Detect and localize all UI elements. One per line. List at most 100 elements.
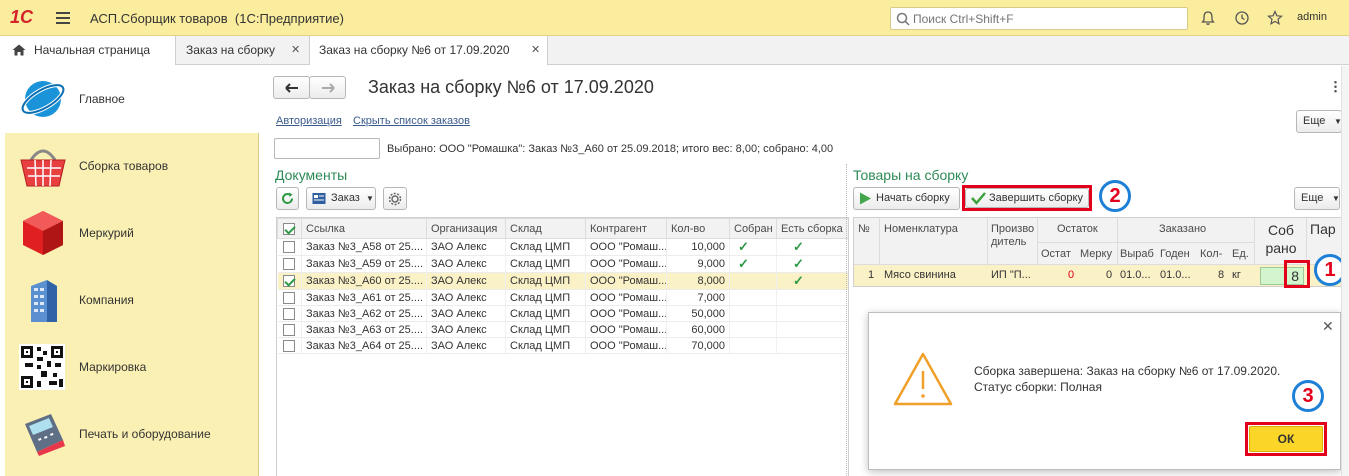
table-row[interactable]: Заказ №3_А64 от 25.... ЗАО Алекс Склад ЦМП… <box>277 337 848 354</box>
sidebar-item-company[interactable]: Компания <box>5 267 259 334</box>
dialog-close-icon[interactable]: ✕ <box>1322 318 1334 335</box>
dialog-message-1: Сборка завершена: Заказ на сборку №6 от … <box>974 364 1281 378</box>
col-header[interactable]: Годен <box>1160 248 1190 260</box>
checkbox[interactable] <box>282 258 295 271</box>
auth-link[interactable]: Авторизация <box>276 115 342 127</box>
sidebar-item-print[interactable]: Печать и оборудование <box>5 401 259 468</box>
col-header[interactable]: Кол- <box>1200 248 1222 260</box>
sidebar-item-assembly[interactable]: Сборка товаров <box>5 133 259 200</box>
checkbox[interactable] <box>282 339 295 352</box>
col-header[interactable]: № <box>858 223 870 235</box>
checkbox[interactable] <box>282 291 295 304</box>
table-row[interactable]: 1 Мясо свинина ИП "П... 0 0 01.0... 01.0… <box>854 265 1341 286</box>
row-checkbox-cell[interactable] <box>277 305 302 322</box>
sidebar-item-main[interactable]: Главное <box>5 66 259 133</box>
selected-info: Выбрано: ООО "Ромашка": Заказ №3_А60 от … <box>387 143 834 155</box>
forward-button[interactable] <box>309 76 346 99</box>
cell-ref: Заказ №3_А61 от 25.... <box>301 289 427 306</box>
hide-orders-link[interactable]: Скрыть список заказов <box>353 115 470 127</box>
col-header[interactable]: Кол-во <box>666 218 730 239</box>
table-row[interactable]: Заказ №3_А59 от 25.... ЗАО Алекс Склад ЦМП… <box>277 255 848 273</box>
cell-mercury: 0 <box>1106 269 1113 281</box>
col-header[interactable]: Мерку <box>1080 248 1112 260</box>
checkbox[interactable] <box>282 275 295 288</box>
row-checkbox-cell[interactable] <box>277 289 302 306</box>
table-row[interactable]: Заказ №3_А63 от 25.... ЗАО Алекс Склад ЦМП… <box>277 321 848 338</box>
col-header[interactable]: Номенклатура <box>884 223 958 235</box>
row-checkbox-cell[interactable] <box>277 337 302 354</box>
checkbox-icon[interactable] <box>283 222 295 235</box>
cell-warehouse: Склад ЦМП <box>505 255 586 273</box>
goods-more-button[interactable]: Еще ▼ <box>1294 187 1340 210</box>
arrow-left-icon <box>284 83 298 93</box>
refresh-button[interactable] <box>276 187 299 210</box>
row-checkbox-cell[interactable] <box>277 255 302 273</box>
col-header[interactable]: Заказано <box>1159 223 1206 235</box>
sidebar-item-label: Главное <box>79 92 125 106</box>
col-header[interactable]: Ссылка <box>301 218 427 239</box>
table-row[interactable]: Заказ №3_А61 от 25.... ЗАО Алекс Склад ЦМП… <box>277 289 848 306</box>
col-header[interactable]: Остаток <box>1057 223 1098 235</box>
cell-qty: 60,000 <box>666 321 730 338</box>
cell-counterparty: ООО "Ромаш... <box>585 337 667 354</box>
tab-order-6[interactable]: Заказ на сборку №6 от 17.09.2020 ✕ <box>310 36 548 65</box>
select-all-header[interactable] <box>277 218 302 239</box>
cell-ref: Заказ №3_А64 от 25.... <box>301 337 427 354</box>
bell-icon[interactable] <box>1200 10 1216 26</box>
back-button[interactable] <box>273 76 310 99</box>
col-header[interactable]: Контрагент <box>585 218 667 239</box>
col-header[interactable]: Производитель <box>991 223 1035 249</box>
tab-orders[interactable]: Заказ на сборку ✕ <box>177 36 310 65</box>
step-marker-2: 2 <box>1099 180 1131 212</box>
more-vert-icon[interactable] <box>1334 80 1337 93</box>
col-header[interactable]: Выраб <box>1120 248 1154 260</box>
row-checkbox-cell[interactable] <box>277 272 302 290</box>
cell-org: ЗАО Алекс <box>426 321 506 338</box>
col-header[interactable]: Организация <box>426 218 506 239</box>
col-header[interactable]: Ед. <box>1232 248 1249 260</box>
search-box[interactable] <box>890 7 1188 30</box>
app-logo[interactable]: 1С <box>10 7 33 28</box>
more-button[interactable]: Еще ▼ <box>1296 110 1342 133</box>
sidebar-item-marking[interactable]: Маркировка <box>5 334 259 401</box>
row-checkbox-cell[interactable] <box>277 321 302 338</box>
close-icon[interactable]: ✕ <box>531 36 540 64</box>
star-icon[interactable] <box>1267 10 1283 26</box>
sidebar-item-mercury[interactable]: Меркурий <box>5 200 259 267</box>
checkbox[interactable] <box>282 307 295 320</box>
page-title: Заказ на сборку №6 от 17.09.2020 <box>368 77 654 97</box>
history-icon[interactable] <box>1234 10 1250 26</box>
panel-splitter[interactable] <box>846 164 847 476</box>
cell-collected <box>729 321 777 338</box>
menu-icon[interactable] <box>56 12 70 24</box>
table-row[interactable]: Заказ №3_А60 от 25.... ЗАО Алекс Склад ЦМП… <box>277 272 848 290</box>
checkbox[interactable] <box>282 241 295 254</box>
scrollbar[interactable] <box>1341 66 1349 476</box>
col-header[interactable]: Соб рано <box>1258 221 1304 257</box>
cell-collected <box>729 337 777 354</box>
row-checkbox-cell[interactable] <box>277 238 302 256</box>
cell-ref: Заказ №3_А59 от 25.... <box>301 255 427 273</box>
info-dialog: ✕ Сборка завершена: Заказ на сборку №6 о… <box>868 312 1341 470</box>
qr-code-icon <box>19 344 65 390</box>
table-header-row: Ссылка Организация Склад Контрагент Кол-… <box>277 218 848 239</box>
col-header[interactable]: Есть сборка <box>776 218 848 239</box>
cell-counterparty: ООО "Ромаш... <box>585 255 667 273</box>
tab-home-label: Начальная страница <box>34 43 151 57</box>
table-row[interactable]: Заказ №3_А58 от 25.... ЗАО Алекс Склад ЦМП… <box>277 238 848 256</box>
table-row[interactable]: Заказ №3_А62 от 25.... ЗАО Алекс Склад ЦМП… <box>277 305 848 322</box>
start-assembly-button[interactable]: Начать сборку <box>853 187 960 210</box>
tab-home[interactable]: Начальная страница <box>0 36 176 65</box>
globe-icon <box>20 81 66 117</box>
col-header[interactable]: Остат <box>1041 248 1071 260</box>
close-icon[interactable]: ✕ <box>291 36 300 64</box>
col-header[interactable]: Пар <box>1310 221 1336 237</box>
settings-button[interactable] <box>383 187 407 210</box>
col-header[interactable]: Собран <box>729 218 777 239</box>
search-input[interactable] <box>913 10 1183 27</box>
order-dropdown-button[interactable]: Заказ ▼ <box>306 187 376 210</box>
col-header[interactable]: Склад <box>505 218 586 239</box>
user-name[interactable]: admin <box>1297 11 1327 23</box>
checkbox[interactable] <box>282 323 295 336</box>
filter-input[interactable] <box>274 138 380 159</box>
